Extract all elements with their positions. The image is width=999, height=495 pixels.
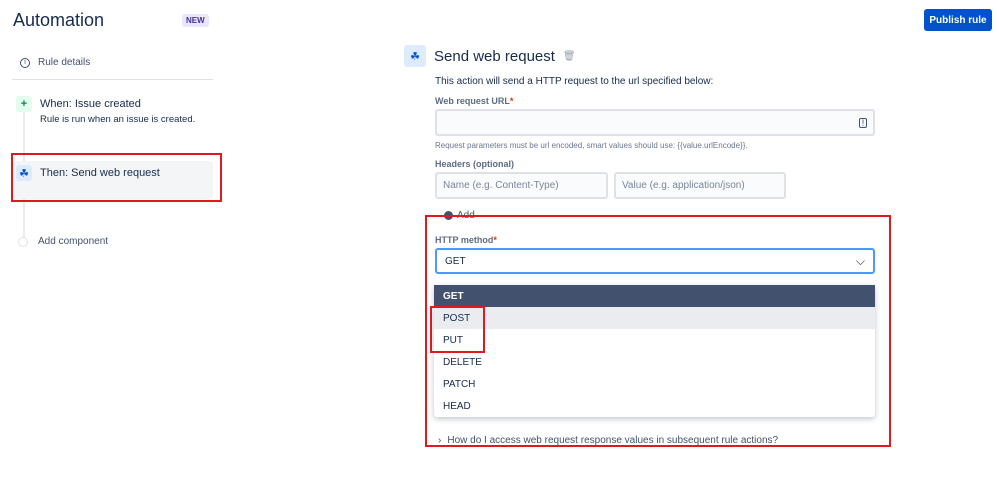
plus-icon: + (16, 96, 32, 112)
header-name-placeholder: Name (e.g. Content-Type) (443, 180, 559, 191)
url-help: Request parameters must be url encoded, … (435, 141, 748, 150)
add-component-button[interactable]: Add component (18, 236, 108, 247)
url-input[interactable]: ! (435, 109, 875, 136)
trigger-title: When: Issue created (40, 98, 141, 110)
action-description: This action will send a HTTP request to … (435, 76, 714, 87)
header-value-input[interactable]: Value (e.g. application/json) (614, 172, 786, 199)
action-header: Send web request 🗑︎ (434, 48, 576, 65)
required-marker: * (509, 96, 514, 106)
trigger-item[interactable]: + When: Issue created Rule is run when a… (16, 96, 195, 125)
publish-rule-button[interactable]: Publish rule (924, 9, 992, 31)
circle-icon (18, 236, 28, 247)
webhook-icon: ☘ (404, 45, 426, 67)
highlight-box (430, 306, 485, 353)
rule-details-label: Rule details (38, 57, 91, 68)
add-component-label: Add component (38, 236, 109, 247)
action-heading: Send web request (434, 48, 555, 65)
page-title: Automation (13, 10, 105, 30)
header-name-input[interactable]: Name (e.g. Content-Type) (435, 172, 608, 199)
url-label: Web request URL* (435, 96, 513, 106)
trash-icon[interactable]: 🗑︎ (563, 51, 576, 62)
divider (12, 79, 213, 80)
highlight-box (11, 153, 222, 202)
smart-value-icon[interactable]: ! (859, 117, 867, 128)
url-label-text: Web request URL (435, 96, 510, 106)
headers-label: Headers (optional) (435, 159, 515, 169)
rule-details-link[interactable]: i Rule details (20, 57, 90, 68)
info-icon: i (20, 57, 30, 68)
highlight-box (425, 215, 891, 447)
new-badge: NEW (182, 14, 209, 27)
trigger-desc: Rule is run when an issue is created. (40, 114, 196, 125)
header-value-placeholder: Value (e.g. application/json) (622, 180, 745, 191)
